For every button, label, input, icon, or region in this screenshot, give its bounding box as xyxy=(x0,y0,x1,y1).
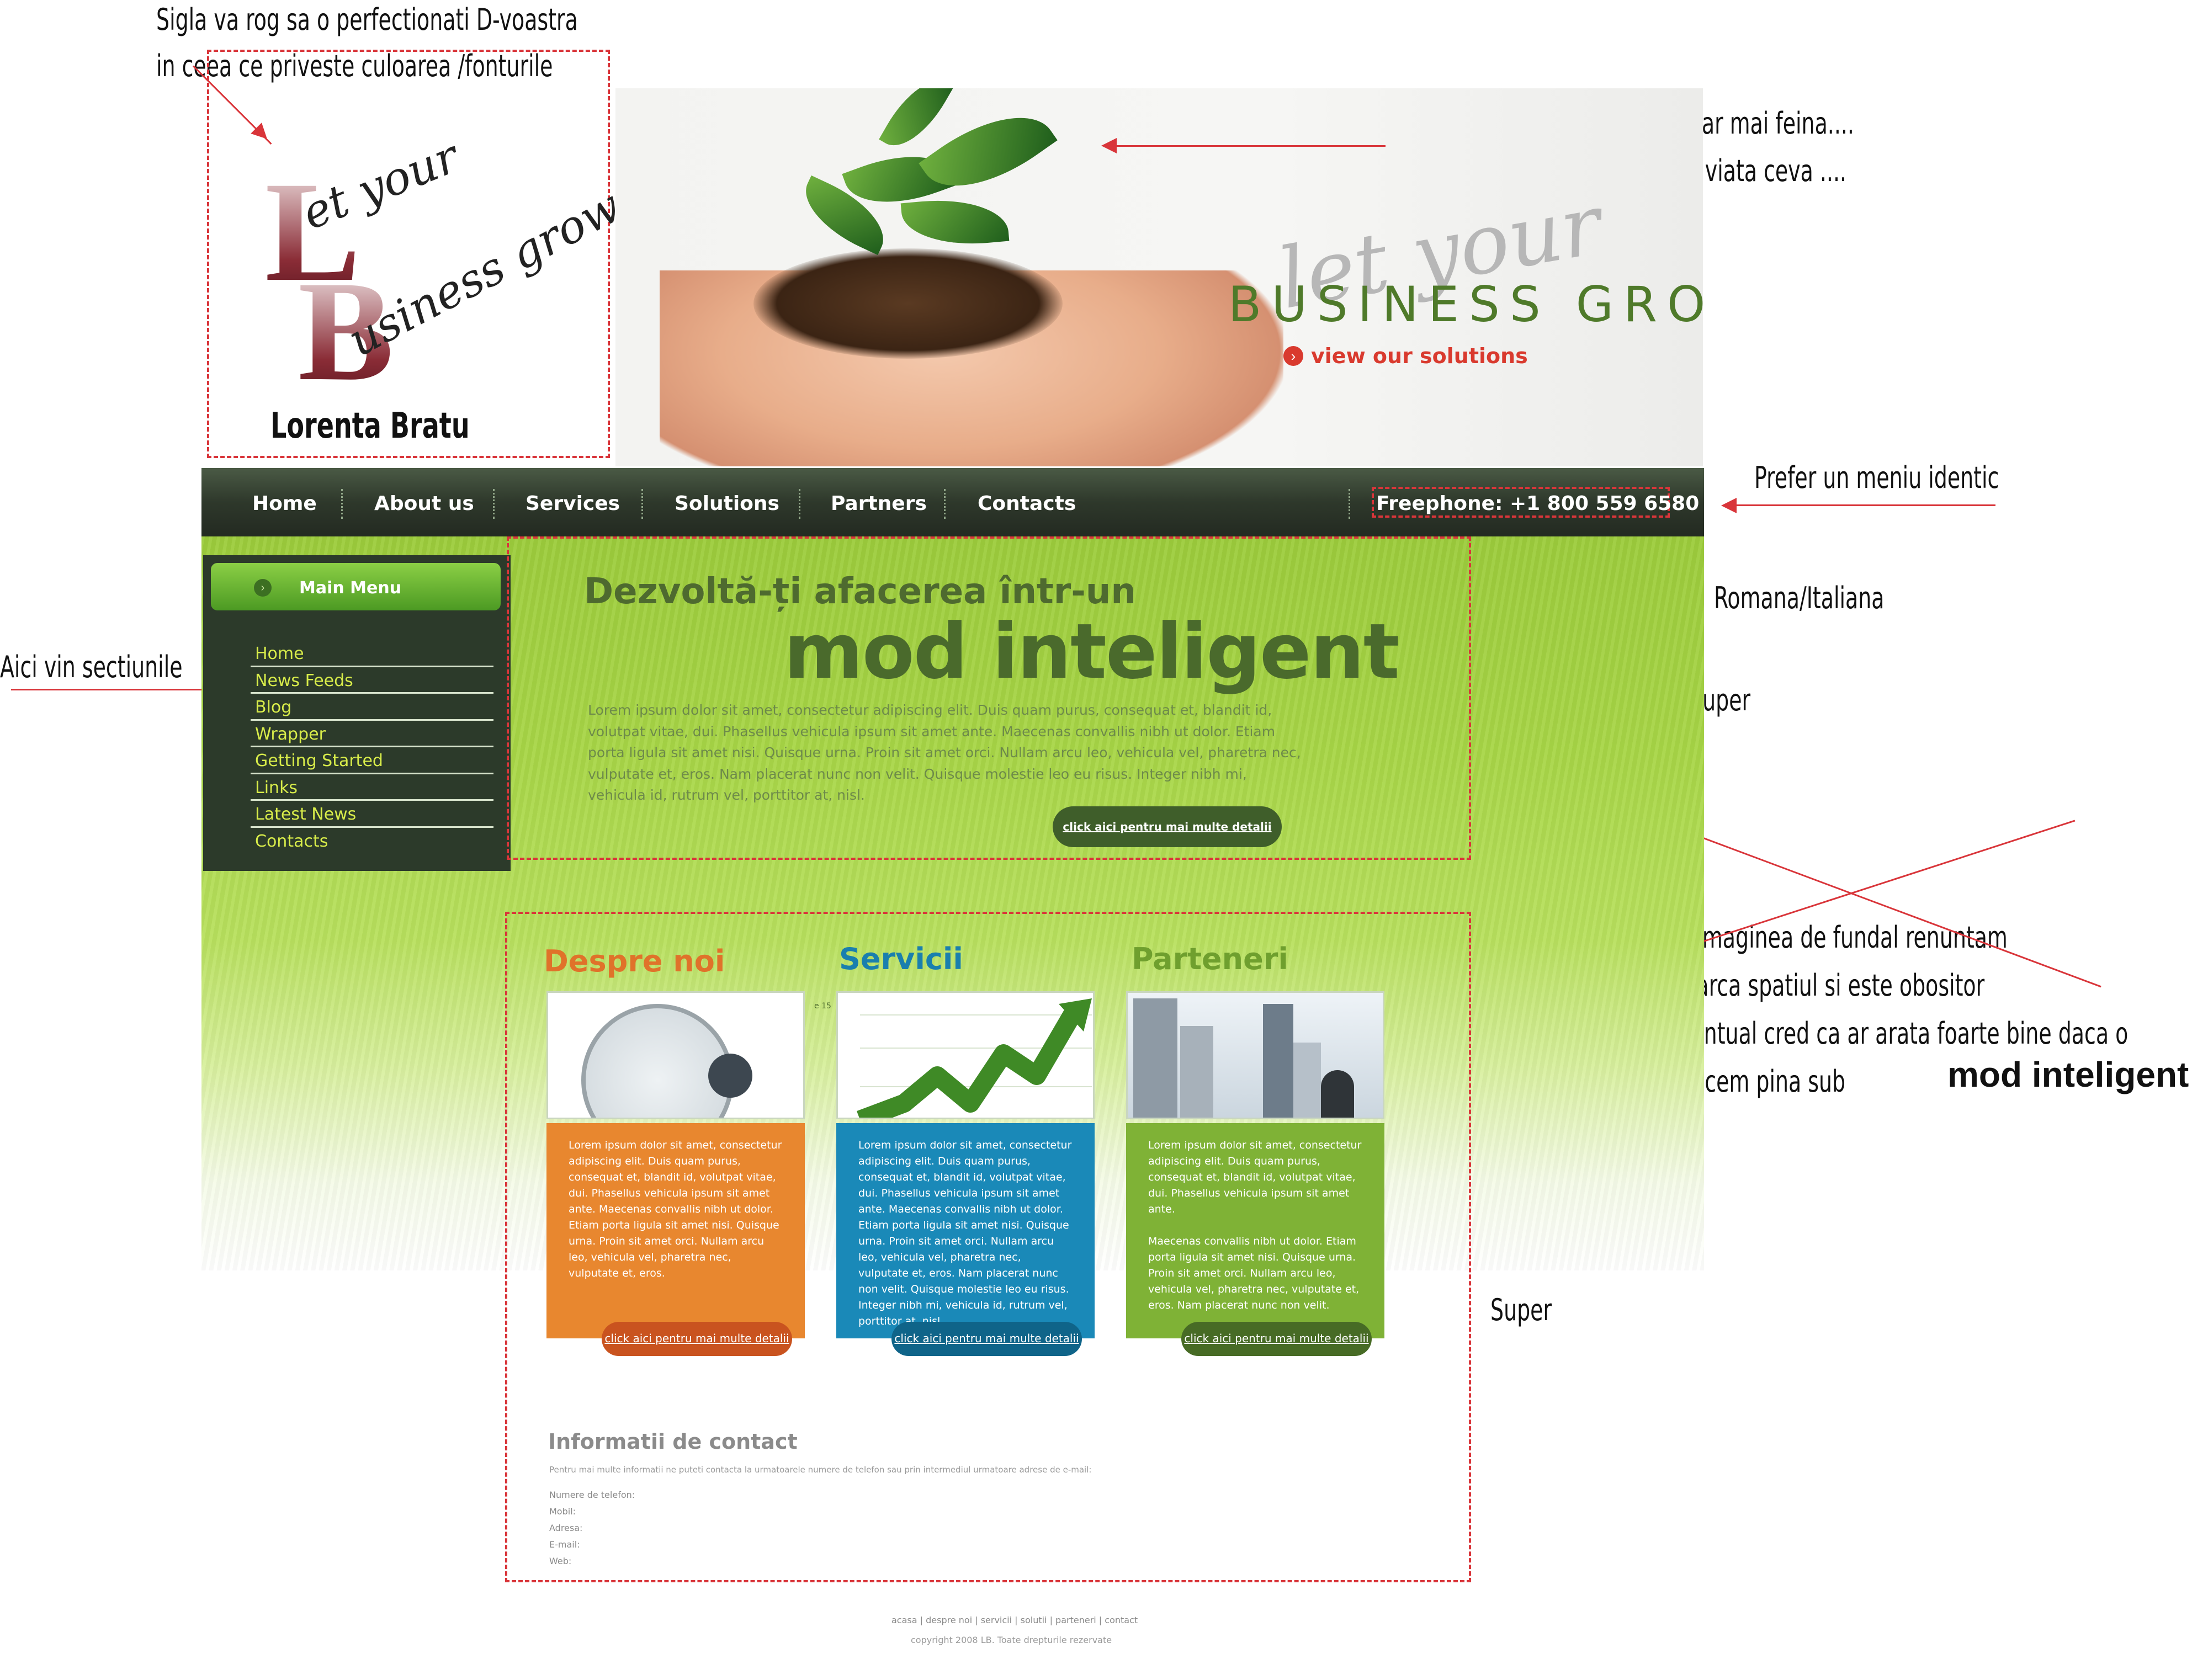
nav-separator xyxy=(799,489,800,519)
nav-separator xyxy=(341,489,343,519)
bg-note-bold: mod inteligent xyxy=(1947,1055,2189,1094)
building-shape xyxy=(1133,998,1177,1118)
message-heading: Dezvoltă-ți afacerea într-un xyxy=(584,571,1136,612)
contact-field-phone: Numere de telefon: xyxy=(549,1490,635,1500)
businessman-shape xyxy=(1321,1070,1354,1118)
contact-field-web: Web: xyxy=(549,1556,572,1566)
column-title-parteneri: Parteneri xyxy=(1132,942,1288,976)
building-shape xyxy=(1263,1004,1293,1118)
contact-field-email: E-mail: xyxy=(549,1539,580,1550)
city-image xyxy=(1126,991,1384,1119)
contact-title: Informatii de contact xyxy=(548,1429,798,1454)
lang-note: Romana/Italiana xyxy=(1714,581,1885,615)
arrow-line xyxy=(11,689,215,690)
nav-contacts[interactable]: Contacts xyxy=(978,492,1076,515)
sections-note: Aici vin sectiunile xyxy=(0,650,183,684)
building-shape xyxy=(1180,1026,1213,1118)
sidebar-item-contacts[interactable]: Contacts xyxy=(251,828,493,855)
card-despre: Lorem ipsum dolor sit amet, consectetur … xyxy=(546,1123,805,1338)
chart-label: e 15 xyxy=(814,1002,831,1011)
nav-solutions[interactable]: Solutions xyxy=(675,492,779,515)
footer-copyright: copyright 2008 LB. Toate drepturile reze… xyxy=(911,1635,1112,1645)
footer-links[interactable]: acasa | despre noi | servicii | solutii … xyxy=(891,1615,1138,1625)
card-text: Lorem ipsum dolor sit amet, consectetur … xyxy=(858,1139,1072,1327)
magnifier-image xyxy=(546,991,805,1119)
view-solutions-link[interactable]: view our solutions xyxy=(1311,344,1528,368)
sidebar-item-links[interactable]: Links xyxy=(251,774,493,801)
figure-shape xyxy=(708,1054,752,1098)
card-parteneri: Lorem ipsum dolor sit amet, consectetur … xyxy=(1126,1123,1384,1338)
sidebar-item-blog[interactable]: Blog xyxy=(251,694,493,721)
arrow-line xyxy=(1110,145,1386,147)
nav-separator xyxy=(493,489,495,519)
contact-field-address: Adresa: xyxy=(549,1523,583,1533)
sidebar-item-news-feeds[interactable]: News Feeds xyxy=(251,667,493,694)
column-title-servicii: Servicii xyxy=(839,942,963,976)
despre-details-button[interactable]: click aici pentru mai multe detalii xyxy=(602,1322,792,1356)
growth-chart-icon xyxy=(857,998,1092,1118)
nav-separator xyxy=(1349,489,1350,519)
card-text-2: Maecenas convallis nibh ut dolor. Etiam … xyxy=(1148,1235,1360,1311)
hero-title: BUSINESS GROW xyxy=(1228,276,1703,333)
sidebar-item-latest-news[interactable]: Latest News xyxy=(251,801,493,828)
sidebar-menu: Home News Feeds Blog Wrapper Getting Sta… xyxy=(251,640,493,854)
contact-field-mobile: Mobil: xyxy=(549,1506,576,1517)
nav-separator xyxy=(641,489,643,519)
leaf-shape xyxy=(900,194,1010,251)
growth-chart-image xyxy=(836,991,1095,1119)
nav-partners[interactable]: Partners xyxy=(831,492,927,515)
nav-separator xyxy=(944,489,946,519)
main-nav: Home About us Services Solutions Partner… xyxy=(201,468,1704,536)
main-menu-title: Main Menu xyxy=(299,578,402,598)
arrow-head-icon xyxy=(1721,498,1737,513)
card-text: Lorem ipsum dolor sit amet, consectetur … xyxy=(569,1139,782,1279)
arrow-circle-icon: › xyxy=(254,579,272,597)
bg-note-line2: incarca spatiul si este obositor xyxy=(1665,968,1985,1003)
message-body: Lorem ipsum dolor sit amet, consectetur … xyxy=(588,702,1301,803)
sidebar: › Main Menu Home News Feeds Blog Wrapper… xyxy=(203,555,511,871)
card-text: Lorem ipsum dolor sit amet, consectetur … xyxy=(1148,1139,1362,1215)
arrow-head-icon xyxy=(1101,138,1117,153)
arrow-circle-icon[interactable]: › xyxy=(1283,346,1303,366)
servicii-details-button[interactable]: click aici pentru mai multe detalii xyxy=(891,1322,1082,1356)
building-shape xyxy=(1293,1043,1321,1118)
sidebar-item-home[interactable]: Home xyxy=(251,640,493,667)
logo-note-line1: Sigla va rog sa o perfectionati D-voastr… xyxy=(156,2,578,37)
magnifier-icon xyxy=(581,1004,734,1118)
nav-about[interactable]: About us xyxy=(374,492,474,515)
column-title-despre: Despre noi xyxy=(544,944,725,979)
nav-home[interactable]: Home xyxy=(252,492,317,515)
nav-services[interactable]: Services xyxy=(526,492,620,515)
message-headline: mod inteligent xyxy=(784,607,1400,696)
soil-image xyxy=(753,248,1063,359)
columns-note: Super xyxy=(1490,1293,1552,1327)
card-servicii: Lorem ipsum dolor sit amet, consectetur … xyxy=(836,1123,1095,1338)
parteneri-details-button[interactable]: click aici pentru mai multe detalii xyxy=(1181,1322,1372,1356)
more-details-button[interactable]: click aici pentru mai multe detalii xyxy=(1053,806,1282,847)
freephone-number[interactable]: Freephone: +1 800 559 6580 xyxy=(1376,492,1699,515)
arrow-line xyxy=(1731,504,1995,506)
logo-name: Lorenta Bratu xyxy=(270,406,470,446)
menu-note: Prefer un meniu identic xyxy=(1754,460,1999,495)
bg-note-line3: Eventual cred ca ar arata foarte bine da… xyxy=(1665,1016,2129,1051)
sidebar-item-wrapper[interactable]: Wrapper xyxy=(251,721,493,747)
sidebar-item-getting-started[interactable]: Getting Started xyxy=(251,747,493,774)
main-menu-header[interactable]: › Main Menu xyxy=(211,563,501,610)
contact-intro: Pentru mai multe informatii ne puteti co… xyxy=(549,1465,1092,1475)
